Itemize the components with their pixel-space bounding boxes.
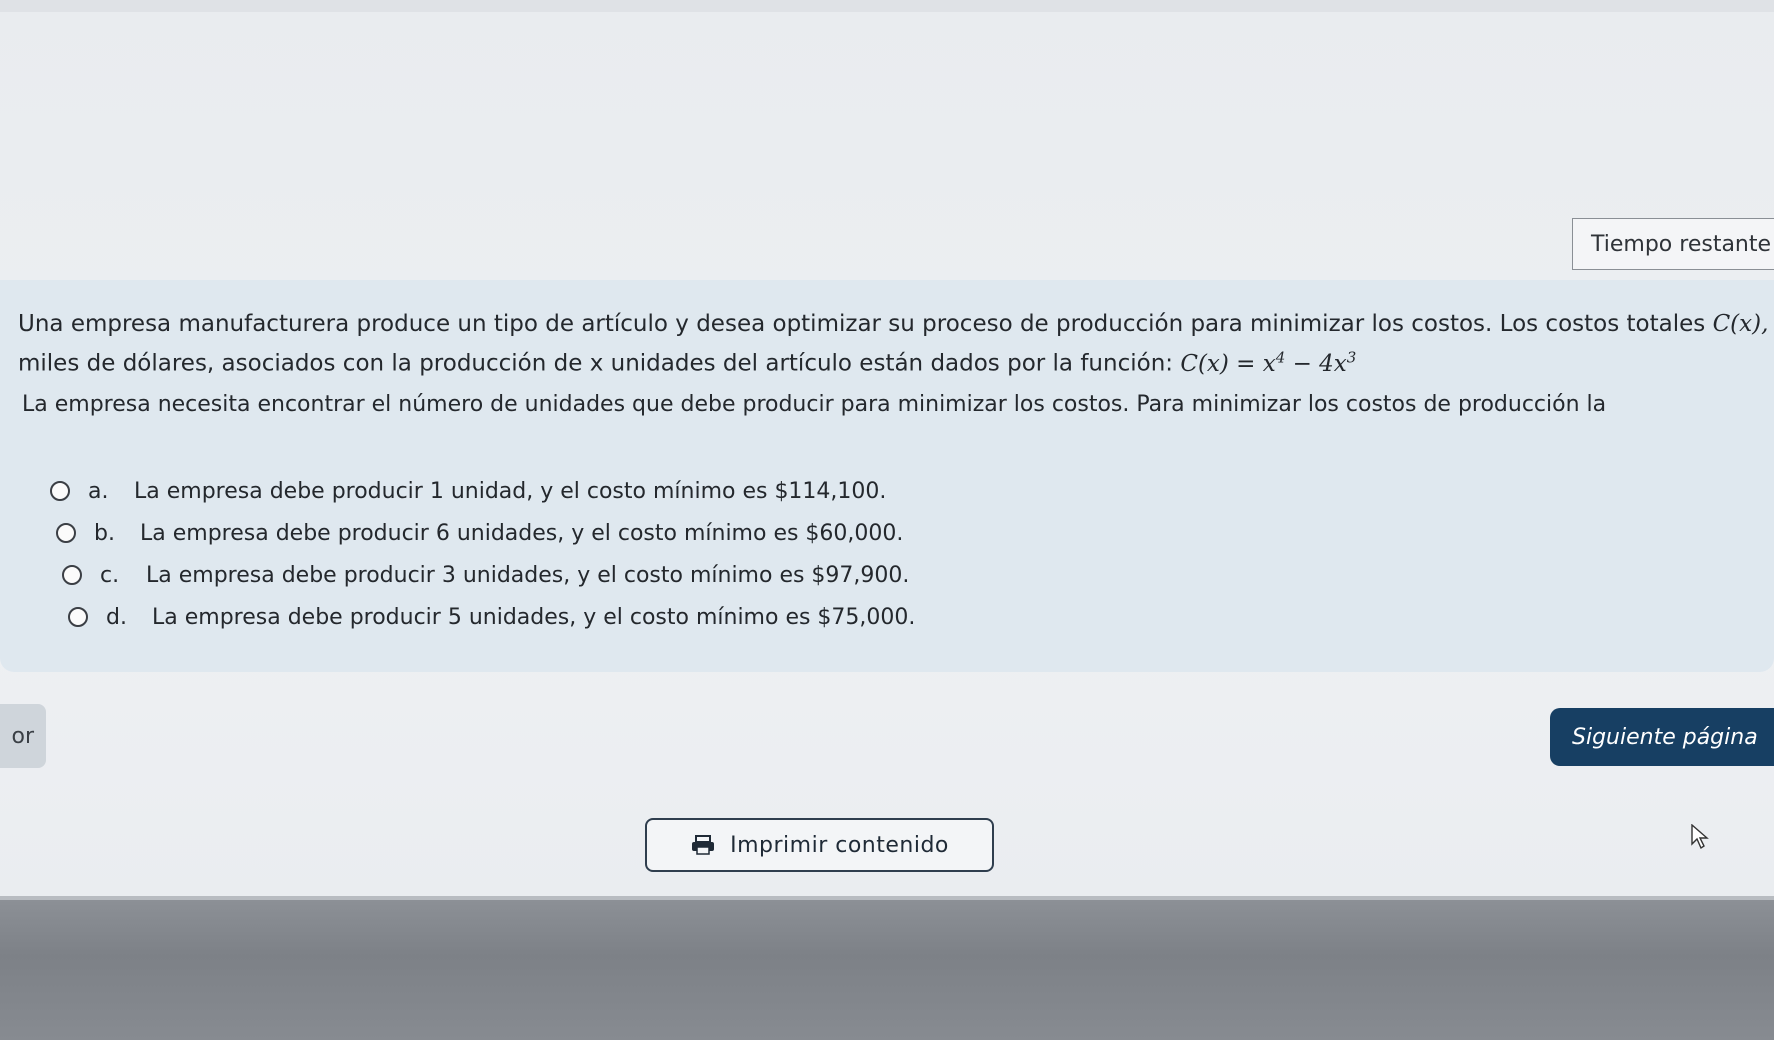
option-b[interactable]: b. La empresa debe producir 6 unidades, … (50, 512, 915, 554)
question-cost-symbol: C(x), (1712, 311, 1769, 337)
question-line1: Una empresa manufacturera produce un tip… (18, 311, 1713, 337)
option-b-text: La empresa debe producir 6 unidades, y e… (140, 520, 904, 546)
previous-page-button[interactable]: or (0, 704, 46, 768)
question-line1b: miles de dólares, asociados con la produ… (18, 350, 1181, 377)
next-page-label: Siguiente página (1572, 724, 1758, 750)
cost-function-exp1: 4 (1275, 348, 1286, 366)
printer-icon (692, 835, 715, 855)
previous-page-label: or (11, 723, 34, 749)
cost-function-exp2: 3 (1346, 348, 1357, 366)
question-line1-cont: e (1768, 311, 1774, 337)
cost-function-lhs: C(x) = x (1180, 350, 1276, 377)
option-b-letter: b. (94, 520, 115, 546)
answer-options: a. La empresa debe producir 1 unidad, y … (50, 470, 915, 638)
option-d-letter: d. (106, 604, 127, 630)
option-a-letter: a. (88, 478, 109, 504)
option-c-text: La empresa debe producir 3 unidades, y e… (146, 562, 910, 588)
option-c-letter: c. (100, 562, 120, 588)
radio-option-a[interactable] (50, 481, 70, 501)
print-content-label: Imprimir contenido (730, 832, 949, 858)
question-text: Una empresa manufacturera produce un tip… (18, 308, 1774, 381)
time-remaining-box: Tiempo restante (1572, 218, 1774, 270)
question-prompt: La empresa necesita encontrar el número … (22, 392, 1607, 417)
option-c[interactable]: c. La empresa debe producir 3 unidades, … (50, 554, 915, 596)
monitor-bezel (0, 900, 1774, 1040)
top-band (0, 0, 1774, 12)
cost-function-mid: − 4x (1285, 350, 1347, 377)
quiz-page: Tiempo restante Una empresa manufacturer… (0, 0, 1774, 1040)
cost-function: C(x) = x4 − 4x3 (1180, 348, 1357, 377)
option-a[interactable]: a. La empresa debe producir 1 unidad, y … (50, 470, 915, 512)
option-a-text: La empresa debe producir 1 unidad, y el … (134, 478, 887, 504)
mouse-pointer-icon (1691, 824, 1709, 850)
time-remaining-label: Tiempo restante (1591, 231, 1772, 257)
option-d[interactable]: d. La empresa debe producir 5 unidades, … (50, 596, 915, 638)
option-d-text: La empresa debe producir 5 unidades, y e… (152, 604, 916, 630)
radio-option-d[interactable] (68, 607, 88, 627)
next-page-button[interactable]: Siguiente página (1550, 708, 1774, 766)
question-panel: Una empresa manufacturera produce un tip… (0, 280, 1774, 672)
radio-option-c[interactable] (62, 565, 82, 585)
radio-option-b[interactable] (56, 523, 76, 543)
print-content-button[interactable]: Imprimir contenido (645, 818, 994, 872)
